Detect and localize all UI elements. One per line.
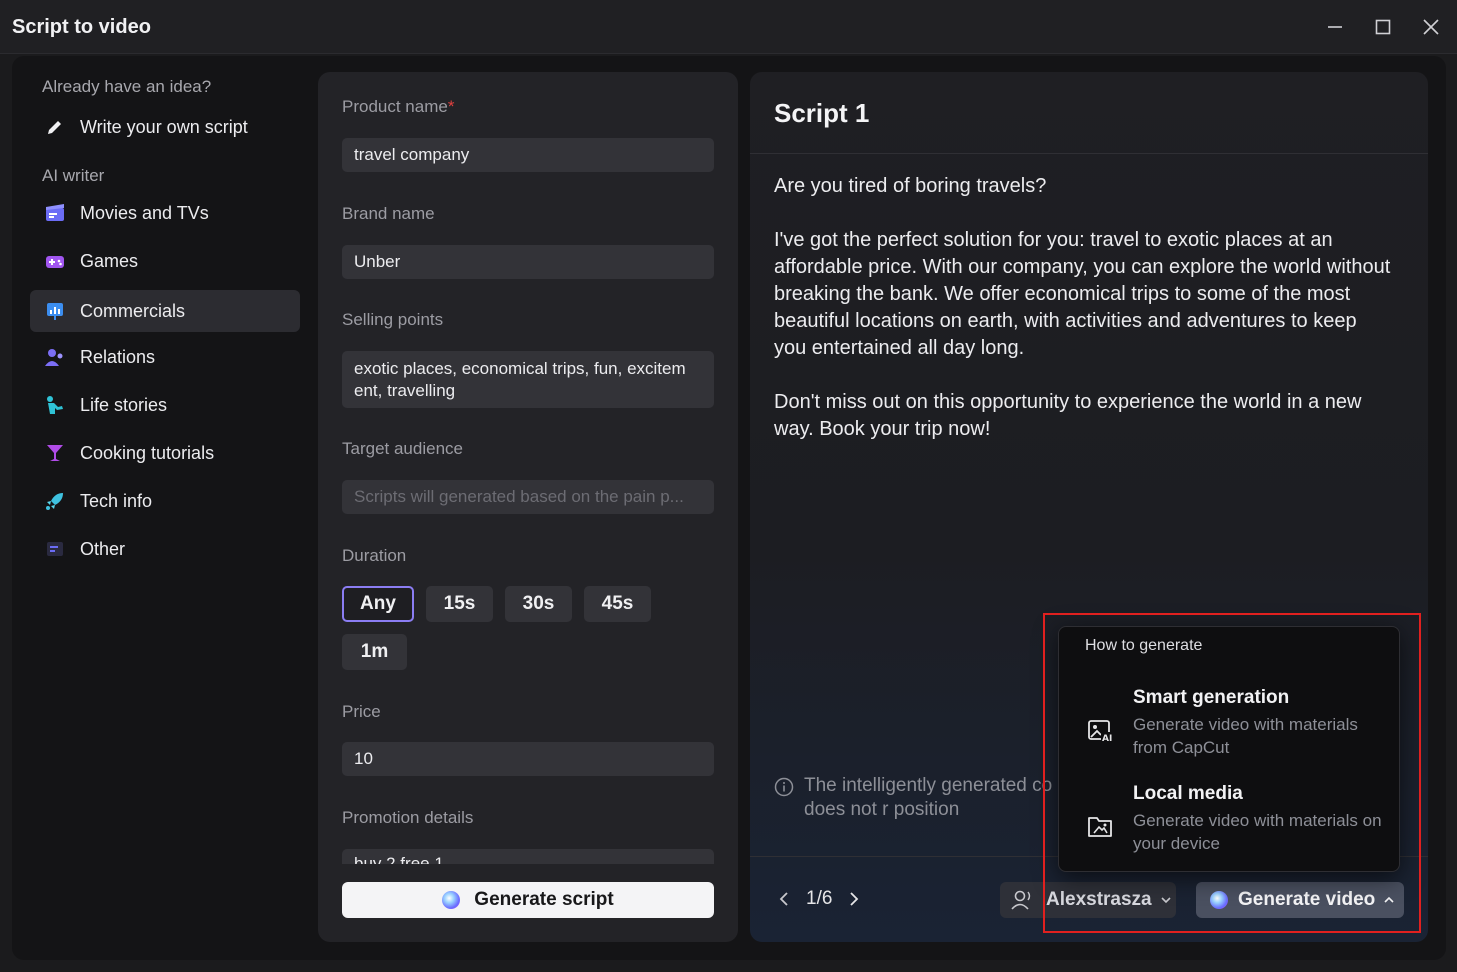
target-audience-input[interactable]: Scripts will generated based on the pain… xyxy=(342,480,714,514)
folder-icon xyxy=(1088,817,1112,837)
selling-points-input[interactable]: exotic places, economical trips, fun, ex… xyxy=(342,351,714,408)
ai-orb-icon xyxy=(442,891,461,909)
generate-video-label: Generate video xyxy=(1238,889,1376,910)
previous-script-button[interactable] xyxy=(774,889,794,909)
title-bar: Script to video xyxy=(0,0,1457,54)
duration-option-1m[interactable]: 1m xyxy=(342,634,407,670)
info-icon xyxy=(774,777,794,797)
chevron-down-icon xyxy=(1161,897,1171,904)
sidebar-item-label: Tech info xyxy=(80,490,153,511)
rocket-icon xyxy=(44,490,66,512)
ai-image-icon: AI xyxy=(1088,720,1114,744)
script-divider xyxy=(750,153,1428,154)
product-name-label: Product name* xyxy=(342,97,455,116)
next-script-button[interactable] xyxy=(844,889,864,909)
form-scroll-area[interactable]: Product name* travel company Brand name … xyxy=(318,72,738,864)
brand-name-input[interactable]: Unber xyxy=(342,245,714,279)
script-form-panel: Product name* travel company Brand name … xyxy=(318,72,738,942)
script-title: Script 1 xyxy=(774,98,870,128)
sidebar-item-label: Life stories xyxy=(80,394,168,415)
script-paragraph: Don't miss out on this opportunity to ex… xyxy=(774,391,1362,440)
sidebar-item-movies[interactable]: Movies and TVs xyxy=(30,192,300,234)
page-indicator: 1/6 xyxy=(806,888,833,909)
gamepad-icon xyxy=(44,250,66,272)
close-icon xyxy=(1423,19,1439,35)
write-own-script-label: Write your own script xyxy=(80,116,248,137)
sidebar-item-label: Commercials xyxy=(80,300,186,321)
price-input[interactable]: 10 xyxy=(342,742,714,776)
product-name-input[interactable]: travel company xyxy=(342,138,714,172)
sidebar-item-life-stories[interactable]: Life stories xyxy=(30,384,300,426)
cocktail-icon xyxy=(44,442,66,464)
ai-orb-icon xyxy=(1210,891,1228,909)
people-icon xyxy=(44,346,66,368)
promotion-details-input[interactable]: buy 2 free 1 xyxy=(342,849,714,864)
option-description: Generate video with materials on your de… xyxy=(1133,811,1382,853)
local-media-option[interactable]: Local media Generate video with material… xyxy=(1059,783,1399,871)
sidebar-item-commercials[interactable]: Commercials xyxy=(30,290,300,332)
sidebar-item-games[interactable]: Games xyxy=(30,240,300,282)
minimize-button[interactable] xyxy=(1322,14,1348,40)
duration-option-45s[interactable]: 45s xyxy=(584,586,651,622)
script-paragraph: I've got the perfect solution for you: t… xyxy=(774,229,1391,359)
sidebar-item-label: Movies and TVs xyxy=(80,202,209,223)
voice-avatar-icon xyxy=(1011,890,1031,910)
generate-method-dropdown: How to generate AI Smart generation Gene… xyxy=(1058,626,1400,872)
smart-generation-option[interactable]: AI Smart generation Generate video with … xyxy=(1059,687,1399,775)
chevron-right-icon xyxy=(850,892,859,906)
sidebar-item-other[interactable]: Other xyxy=(30,528,300,570)
promotion-details-label: Promotion details xyxy=(342,808,474,827)
lines-icon xyxy=(44,538,66,560)
generate-video-button[interactable]: Generate video xyxy=(1196,882,1404,918)
voice-select-button[interactable]: Alexstrasza xyxy=(1000,882,1176,918)
sidebar-item-cooking[interactable]: Cooking tutorials xyxy=(30,432,300,474)
sidebar-item-relations[interactable]: Relations xyxy=(30,336,300,378)
script-pager: 1/6 xyxy=(774,888,864,910)
pencil-icon xyxy=(44,116,66,138)
chevron-left-icon xyxy=(779,892,788,906)
option-description: Generate video with materials from CapCu… xyxy=(1133,715,1358,757)
clapperboard-icon xyxy=(44,202,66,224)
ai-writer-heading: AI writer xyxy=(42,166,105,185)
price-label: Price xyxy=(342,702,381,721)
chevron-up-icon xyxy=(1384,896,1394,903)
close-button[interactable] xyxy=(1418,14,1444,40)
maximize-button[interactable] xyxy=(1370,14,1396,40)
idea-heading: Already have an idea? xyxy=(42,77,212,96)
window-title: Script to video xyxy=(12,16,151,38)
duration-option-15s[interactable]: 15s xyxy=(426,586,493,622)
dropdown-title: How to generate xyxy=(1085,637,1203,654)
chart-board-icon xyxy=(44,300,66,322)
brand-name-label: Brand name xyxy=(342,204,435,223)
duration-option-30s[interactable]: 30s xyxy=(505,586,572,622)
sidebar-item-label: Relations xyxy=(80,346,156,367)
script-paragraph: Are you tired of boring travels? xyxy=(774,175,1047,197)
write-own-script-item[interactable]: Write your own script xyxy=(30,106,300,148)
voice-name: Alexstrasza xyxy=(1046,889,1152,910)
sidebar-item-label: Other xyxy=(80,538,126,559)
sidebar: Already have an idea? Write your own scr… xyxy=(12,56,310,960)
option-name: Local media xyxy=(1133,783,1243,804)
minimize-icon xyxy=(1328,26,1342,28)
target-audience-label: Target audience xyxy=(342,439,463,458)
option-name: Smart generation xyxy=(1133,687,1290,708)
generate-script-button[interactable]: Generate script xyxy=(342,882,714,918)
duration-option-any[interactable]: Any xyxy=(342,586,414,622)
maximize-icon xyxy=(1375,19,1391,35)
sidebar-item-label: Games xyxy=(80,250,139,271)
generate-script-label: Generate script xyxy=(474,889,614,910)
duration-label: Duration xyxy=(342,546,407,565)
sidebar-item-label: Cooking tutorials xyxy=(80,442,215,463)
svg-text:AI: AI xyxy=(1102,734,1112,744)
person-icon xyxy=(44,394,66,416)
sidebar-item-tech-info[interactable]: Tech info xyxy=(30,480,300,522)
selling-points-label: Selling points xyxy=(342,310,444,329)
required-mark: * xyxy=(447,97,455,116)
